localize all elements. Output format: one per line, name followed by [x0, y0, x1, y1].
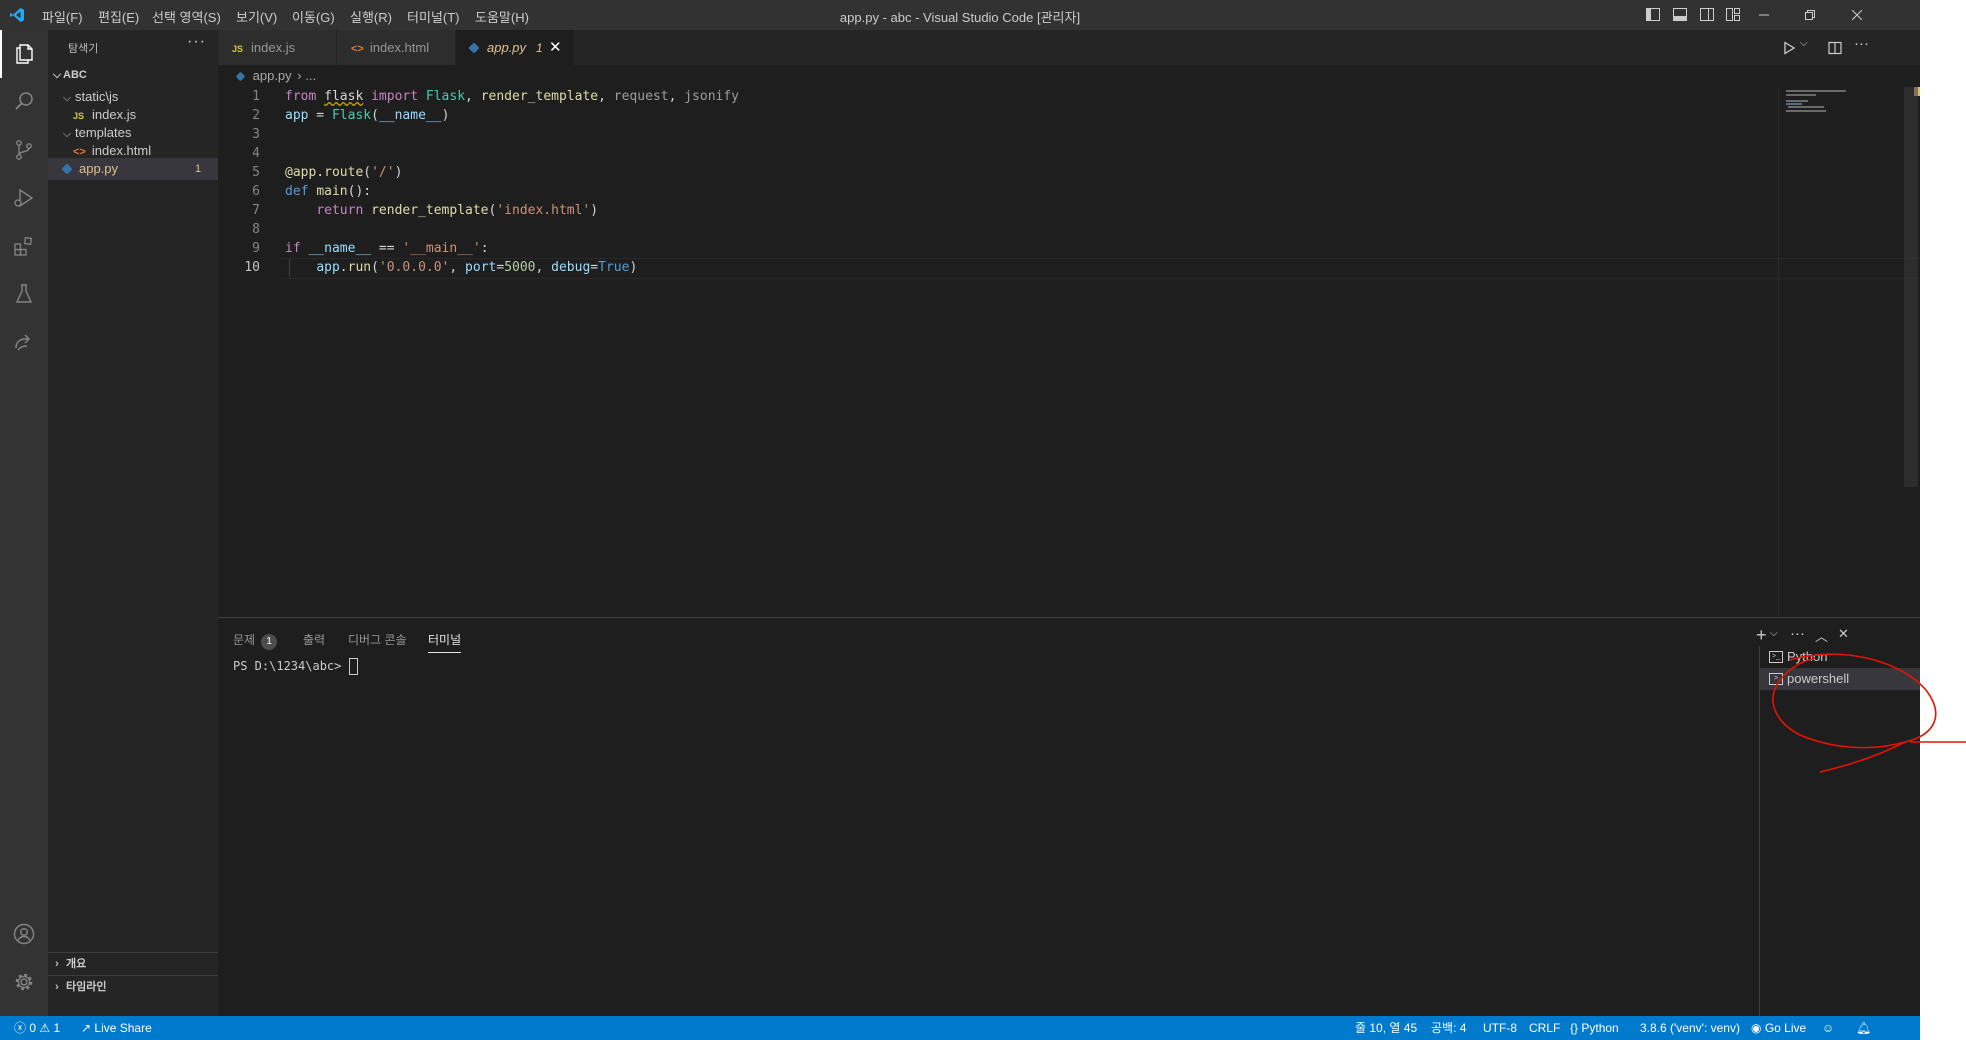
red-annotation-circle	[1772, 653, 1966, 773]
